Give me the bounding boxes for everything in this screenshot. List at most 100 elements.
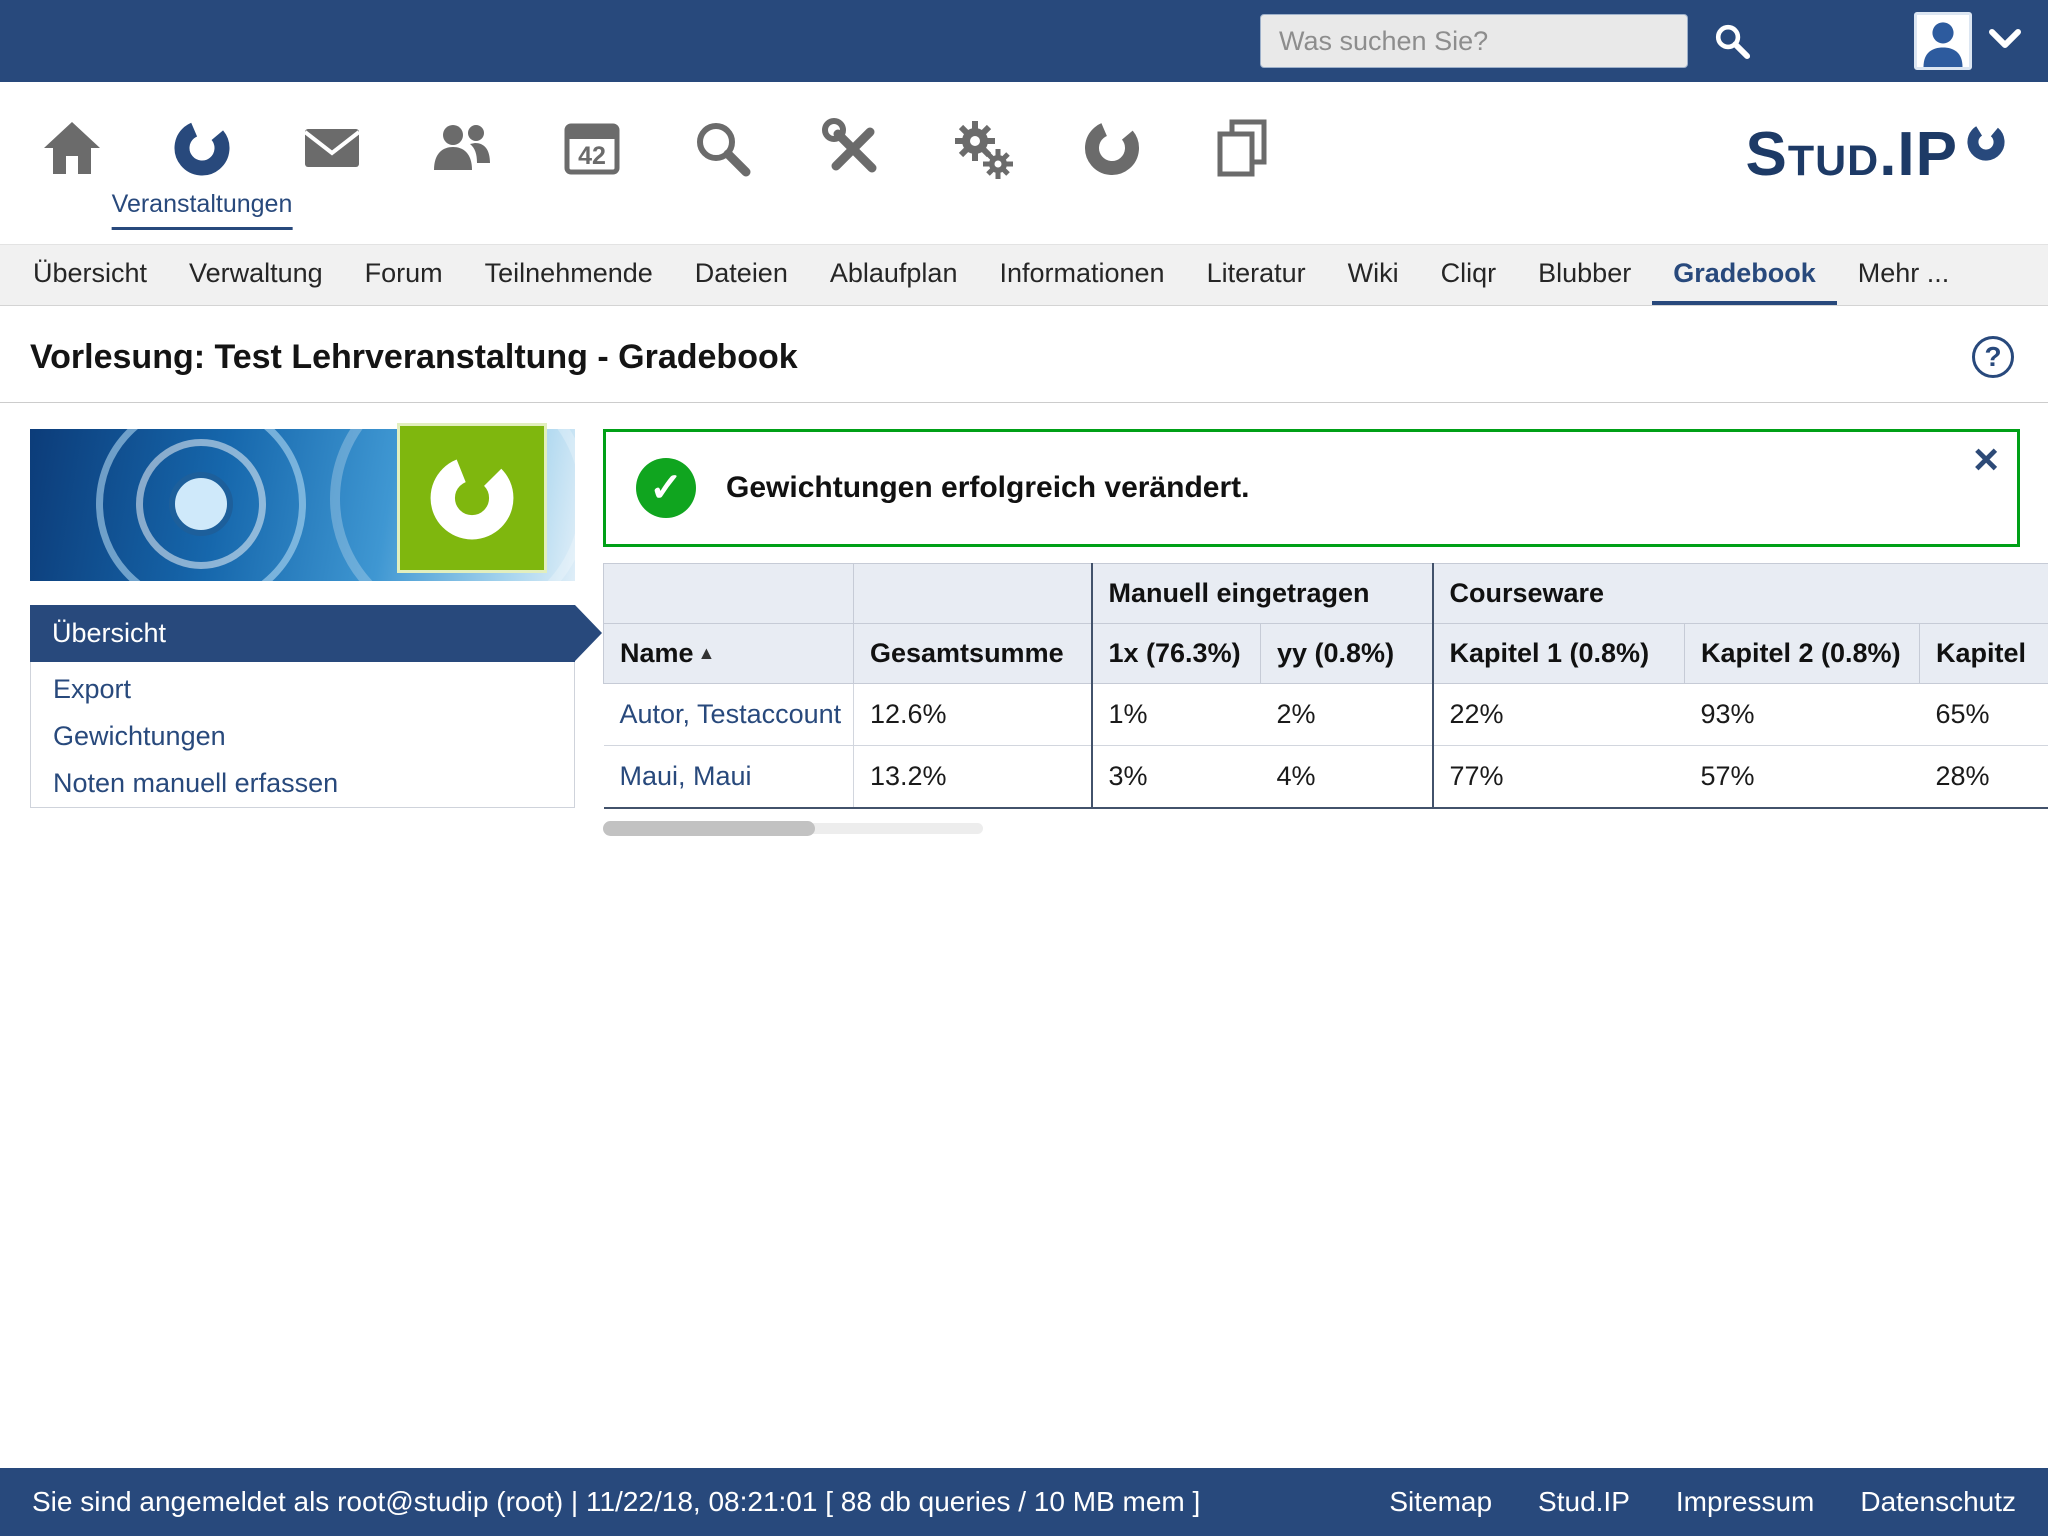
nav-studip-portal[interactable] xyxy=(1080,116,1144,180)
course-banner-image xyxy=(30,429,575,581)
sidebar-item-noten-manuell[interactable]: Noten manuell erfassen xyxy=(31,760,574,807)
scrollbar-thumb[interactable] xyxy=(603,821,815,836)
tab-literatur[interactable]: Literatur xyxy=(1186,245,1327,305)
page-title-row: Vorlesung: Test Lehrveranstaltung - Grad… xyxy=(0,306,2048,403)
content-area: Übersicht Export Gewichtungen Noten manu… xyxy=(0,403,2048,836)
close-icon[interactable]: × xyxy=(1973,438,1999,482)
cell-yy: 4% xyxy=(1261,746,1433,808)
chevron-down-icon xyxy=(1988,27,2022,51)
column-header-kapitel2[interactable]: Kapitel 2 (0.8%) xyxy=(1685,624,1920,684)
footer-link-studip[interactable]: Stud.IP xyxy=(1538,1486,1630,1518)
group-header-empty-sum xyxy=(854,564,1092,624)
column-header-gesamtsumme[interactable]: Gesamtsumme xyxy=(854,624,1092,684)
tab-uebersicht[interactable]: Übersicht xyxy=(12,245,168,305)
nav-files[interactable] xyxy=(1210,116,1274,180)
student-name-link[interactable]: Maui, Maui xyxy=(604,746,854,808)
footer-links: Sitemap Stud.IP Impressum Datenschutz xyxy=(1389,1486,2016,1518)
column-header-kapitel3[interactable]: Kapitel xyxy=(1920,624,2048,684)
table-row: Autor, Testaccount 12.6% 1% 2% 22% 93% 6… xyxy=(604,684,2048,746)
nav-tools[interactable] xyxy=(820,116,884,180)
main-column: ✓ Gewichtungen erfolgreich verändert. × … xyxy=(603,429,2048,836)
column-header-1x[interactable]: 1x (76.3%) xyxy=(1092,624,1261,684)
tab-mehr[interactable]: Mehr ... xyxy=(1837,245,1971,305)
check-glyph: ✓ xyxy=(649,465,683,511)
main-header: Veranstaltungen 42 xyxy=(0,82,2048,244)
search-submit-button[interactable] xyxy=(1708,17,1756,65)
tab-teilnehmende[interactable]: Teilnehmende xyxy=(464,245,674,305)
nav-veranstaltungen[interactable]: Veranstaltungen xyxy=(170,116,234,180)
tab-gradebook[interactable]: Gradebook xyxy=(1652,245,1837,305)
page-title: Vorlesung: Test Lehrveranstaltung - Grad… xyxy=(30,338,798,377)
column-header-yy[interactable]: yy (0.8%) xyxy=(1261,624,1433,684)
footer-link-impressum[interactable]: Impressum xyxy=(1676,1486,1814,1518)
tab-blubber[interactable]: Blubber xyxy=(1517,245,1652,305)
calendar-icon: 42 xyxy=(560,116,624,180)
nav-home[interactable] xyxy=(40,116,104,180)
user-avatar-icon xyxy=(1917,15,1969,67)
search-icon xyxy=(1711,20,1753,62)
horizontal-scrollbar xyxy=(603,821,2019,836)
tab-ablaufplan[interactable]: Ablaufplan xyxy=(809,245,979,305)
cell-gesamtsumme: 13.2% xyxy=(854,746,1092,808)
group-header-row: Manuell eingetragen Courseware xyxy=(604,564,2048,624)
tab-verwaltung[interactable]: Verwaltung xyxy=(168,245,344,305)
files-icon xyxy=(1210,116,1274,180)
topbar xyxy=(0,0,2048,82)
group-header-courseware: Courseware xyxy=(1433,564,2048,624)
success-check-icon: ✓ xyxy=(636,458,696,518)
tab-cliqr[interactable]: Cliqr xyxy=(1420,245,1518,305)
help-question-mark: ? xyxy=(1984,341,2001,373)
table-row: Maui, Maui 13.2% 3% 4% 77% 57% 28% xyxy=(604,746,2048,808)
nav-community[interactable] xyxy=(430,116,494,180)
course-tab-bar: Übersicht Verwaltung Forum Teilnehmende … xyxy=(0,244,2048,306)
tab-forum[interactable]: Forum xyxy=(344,245,464,305)
calendar-day-number: 42 xyxy=(578,142,606,170)
sidebar: Übersicht Export Gewichtungen Noten manu… xyxy=(30,429,575,836)
group-header-manual: Manuell eingetragen xyxy=(1092,564,1433,624)
sidebar-item-export[interactable]: Export xyxy=(31,666,574,713)
student-name-link[interactable]: Autor, Testaccount xyxy=(604,684,854,746)
column-header-row: Name▲ Gesamtsumme 1x (76.3%) yy (0.8%) K… xyxy=(604,624,2048,684)
help-button[interactable]: ? xyxy=(1972,336,2014,378)
footer: Sie sind angemeldet als root@studip (roo… xyxy=(0,1468,2048,1536)
column-header-kapitel1[interactable]: Kapitel 1 (0.8%) xyxy=(1433,624,1685,684)
mail-icon xyxy=(300,116,364,180)
avatar[interactable] xyxy=(1914,12,1972,70)
user-menu-chevron[interactable] xyxy=(1988,27,2022,56)
veranstaltungen-icon xyxy=(170,116,234,180)
nav-messages[interactable] xyxy=(300,116,364,180)
footer-link-datenschutz[interactable]: Datenschutz xyxy=(1860,1486,2016,1518)
cell-kapitel1: 77% xyxy=(1433,746,1685,808)
tab-dateien[interactable]: Dateien xyxy=(674,245,809,305)
gradebook-table: Manuell eingetragen Courseware Name▲ Ges… xyxy=(603,563,2048,809)
studip-logo-swirl-icon xyxy=(1964,120,2008,164)
sidebar-item-uebersicht[interactable]: Übersicht xyxy=(30,605,575,662)
nav-veranstaltungen-label: Veranstaltungen xyxy=(112,190,293,230)
cell-kapitel3: 65% xyxy=(1920,684,2048,746)
nav-admin[interactable] xyxy=(950,116,1014,180)
gradebook-table-viewport: Manuell eingetragen Courseware Name▲ Ges… xyxy=(603,563,2048,809)
global-search-input[interactable] xyxy=(1260,14,1688,68)
tab-informationen[interactable]: Informationen xyxy=(978,245,1185,305)
studip-logo: Stud.IP xyxy=(1745,124,2008,244)
success-message: ✓ Gewichtungen erfolgreich verändert. × xyxy=(603,429,2020,547)
cell-yy: 2% xyxy=(1261,684,1433,746)
cell-1x: 1% xyxy=(1092,684,1261,746)
success-message-text: Gewichtungen erfolgreich verändert. xyxy=(726,471,1249,505)
footer-link-sitemap[interactable]: Sitemap xyxy=(1389,1486,1492,1518)
tools-icon xyxy=(820,116,884,180)
column-header-name[interactable]: Name▲ xyxy=(604,624,854,684)
column-header-name-label: Name xyxy=(620,638,694,668)
tab-wiki[interactable]: Wiki xyxy=(1327,245,1420,305)
cell-kapitel2: 93% xyxy=(1685,684,1920,746)
nav-calendar[interactable]: 42 xyxy=(560,116,624,180)
sidebar-item-gewichtungen[interactable]: Gewichtungen xyxy=(31,713,574,760)
gears-icon xyxy=(950,116,1014,180)
studip-swirl-icon xyxy=(1080,116,1144,180)
home-icon xyxy=(40,116,104,180)
nav-search[interactable] xyxy=(690,116,754,180)
group-header-empty-name xyxy=(604,564,854,624)
studip-logo-text: Stud.IP xyxy=(1745,124,1958,186)
community-icon xyxy=(430,116,494,180)
cell-gesamtsumme: 12.6% xyxy=(854,684,1092,746)
